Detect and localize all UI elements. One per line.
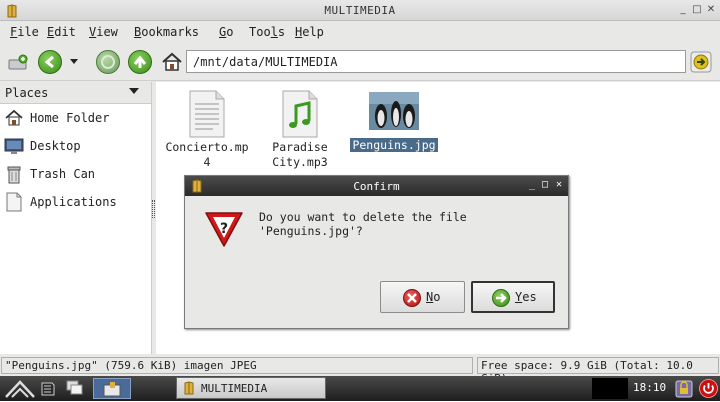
menu-go[interactable]: Go (219, 25, 233, 39)
sidebar-item-trash-can[interactable]: Trash Can (0, 160, 151, 188)
back-history-dropdown-icon[interactable] (70, 59, 78, 64)
file-name: Concierto.mp 4 (165, 140, 249, 169)
home-icon (4, 108, 24, 128)
sidebar-item-applications[interactable]: Applications (0, 188, 151, 216)
applications-icon (4, 192, 24, 212)
no-button[interactable]: No (380, 281, 465, 313)
go-button[interactable] (690, 51, 712, 73)
show-desktop-icon[interactable] (66, 380, 84, 399)
sidebar-item-desktop[interactable]: Desktop (0, 132, 151, 160)
dialog-message: Do you want to delete the file 'Penguins… (259, 210, 467, 238)
video-file-icon (183, 90, 231, 138)
sidebar-resize-handle[interactable] (152, 200, 155, 218)
menu-bookmarks[interactable]: Bookmarks (134, 25, 199, 39)
cancel-icon (403, 289, 421, 307)
menu-help[interactable]: Help (295, 25, 324, 39)
task-folder-icon (183, 381, 195, 398)
dialog-close-button[interactable]: ✕ (554, 179, 564, 191)
workspace-switcher[interactable] (93, 378, 131, 399)
sidebar-item-label: Applications (30, 195, 117, 209)
menu-tools[interactable]: Tools (249, 25, 285, 39)
trash-icon (4, 164, 24, 184)
sidebar-item-label: Desktop (30, 139, 81, 153)
file-item[interactable]: Paradise City.mp3 (252, 90, 348, 170)
file-manager-launcher-icon[interactable] (40, 381, 56, 400)
system-tray-area (592, 378, 628, 399)
home-icon[interactable] (160, 50, 184, 74)
confirm-dialog: Confirm _ □ ✕ ? Do you want to delete th… (184, 175, 569, 329)
chevron-down-icon[interactable] (129, 88, 139, 94)
maximize-button[interactable]: □ (692, 5, 702, 15)
file-name: Penguins.jpg (350, 138, 438, 152)
menu-file[interactable]: File (10, 25, 39, 39)
dialog-minimize-button[interactable]: _ (527, 179, 537, 191)
desktop-icon (4, 136, 24, 156)
lock-screen-icon[interactable] (674, 379, 694, 402)
clock[interactable]: 18:10 (633, 381, 666, 394)
up-icon[interactable] (128, 50, 152, 74)
status-free-space: Free space: 9.9 GiB (Total: 10.0 GiB) (477, 357, 719, 385)
audio-file-icon (276, 90, 324, 138)
image-thumbnail-icon (369, 92, 419, 130)
status-bar: "Penguins.jpg" (759.6 KiB) imagen JPEG F… (0, 356, 720, 385)
power-icon[interactable] (699, 379, 718, 401)
dialog-maximize-button[interactable]: □ (540, 179, 550, 191)
svg-text:?: ? (220, 221, 228, 237)
menu-bar: File Edit View Bookmarks Go Tools Help (0, 21, 720, 43)
places-header-label: Places (5, 86, 49, 100)
address-bar-input[interactable]: /mnt/data/MULTIMEDIA (186, 50, 686, 73)
places-selector[interactable]: Places (0, 82, 151, 104)
close-button[interactable]: ✕ (706, 5, 716, 15)
no-button-label: No (426, 290, 441, 304)
yes-button[interactable]: Yes (471, 281, 555, 313)
warning-icon: ? (203, 210, 245, 248)
file-name: Paradise City.mp3 (272, 140, 328, 169)
sidebar: Places Home Folder Desktop Trash Can App… (0, 82, 152, 354)
window-title: MULTIMEDIA (324, 4, 396, 17)
forward-icon[interactable] (96, 50, 120, 74)
status-selection-info: "Penguins.jpg" (759.6 KiB) imagen JPEG (1, 357, 473, 374)
confirm-arrow-icon (492, 289, 510, 307)
minimize-button[interactable]: _ (678, 5, 688, 15)
menu-edit[interactable]: Edit (47, 25, 76, 39)
sidebar-item-label: Trash Can (30, 167, 96, 181)
dialog-title-bar[interactable]: Confirm _ □ ✕ (185, 176, 568, 196)
taskbar-task-multimedia[interactable]: MULTIMEDIA (176, 377, 326, 399)
task-label: MULTIMEDIA (201, 382, 268, 395)
dialog-title: Confirm (353, 180, 400, 193)
yes-button-label: Yes (515, 290, 537, 304)
taskbar (0, 376, 720, 401)
file-item-selected[interactable]: Penguins.jpg (346, 92, 442, 153)
title-bar[interactable]: MULTIMEDIA _ □ ✕ (0, 0, 720, 21)
new-tab-icon[interactable] (6, 50, 30, 74)
menu-view[interactable]: View (89, 25, 118, 39)
sidebar-item-label: Home Folder (30, 111, 110, 125)
back-icon[interactable] (38, 50, 62, 74)
start-menu-icon[interactable] (4, 379, 36, 402)
file-item[interactable]: Concierto.mp 4 (159, 90, 255, 170)
sidebar-item-home-folder[interactable]: Home Folder (0, 104, 151, 132)
